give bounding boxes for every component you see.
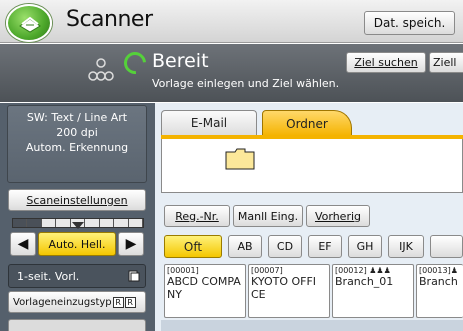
scan-resolution: 200 dpi bbox=[56, 126, 98, 139]
destination-entry-group[interactable]: [00013]♟ Branch bbox=[416, 264, 463, 318]
density-marker-icon bbox=[72, 222, 84, 229]
scanner-app-icon bbox=[6, 4, 52, 42]
folder-icon bbox=[225, 148, 255, 173]
index-tab-next[interactable] bbox=[430, 235, 463, 258]
store-file-button[interactable]: Dat. speich. bbox=[364, 11, 455, 35]
folder-tab-strip bbox=[161, 135, 463, 139]
destination-entry-group[interactable]: [00012] ♟♟♟ Branch_01 bbox=[332, 264, 414, 318]
density-increase-button[interactable]: ▶ bbox=[118, 232, 144, 256]
status-text: Bereit bbox=[152, 50, 209, 72]
find-destination-label: Ziel suchen bbox=[354, 56, 418, 69]
app-title: Scanner bbox=[66, 7, 153, 32]
network-pc-icon bbox=[86, 58, 116, 85]
sided-original-setting[interactable]: 1-seit. Vorl. bbox=[8, 264, 146, 288]
entry-number: [00007] bbox=[251, 266, 283, 275]
registration-number-label: Reg.-Nr. bbox=[175, 209, 219, 223]
destination-overflow-button[interactable]: Ziell bbox=[429, 52, 463, 73]
registration-number-button[interactable]: Reg.-Nr. bbox=[164, 205, 230, 227]
index-tab-gh[interactable]: GH bbox=[348, 235, 382, 258]
find-destination-button[interactable]: Ziel suchen bbox=[346, 52, 426, 73]
previous-destination-button[interactable]: Vorherig bbox=[306, 205, 370, 227]
entry-name: Branch_01 bbox=[335, 275, 394, 288]
destination-entry[interactable]: [00001] ABCD COMPA NY bbox=[164, 264, 246, 318]
entry-name-cont: NY bbox=[167, 288, 182, 301]
scan-settings-label: Scaneinstellungen bbox=[26, 193, 128, 207]
entry-number: [00001] bbox=[167, 266, 199, 275]
right-arrow-icon: ▶ bbox=[125, 236, 137, 252]
entry-number: [00012] ♟♟♟ bbox=[335, 266, 391, 275]
original-feed-label: Vorlageneinzugstyp bbox=[13, 296, 112, 308]
auto-density-button[interactable]: Auto. Hell. bbox=[38, 232, 116, 256]
previous-destination-label: Vorherig bbox=[314, 209, 362, 223]
orientation-r-rotated-icon: R bbox=[124, 296, 136, 308]
orientation-r-icon: R bbox=[112, 296, 124, 308]
scan-detection: Autom. Erkennung bbox=[25, 141, 129, 154]
entry-number: [00013]♟ bbox=[419, 266, 458, 275]
more-settings-button[interactable] bbox=[8, 319, 146, 331]
manual-entry-button[interactable]: Manll Eing. bbox=[233, 205, 303, 227]
left-arrow-icon: ◀ bbox=[17, 236, 29, 252]
index-tab-frequent[interactable]: Oft bbox=[164, 235, 222, 258]
group-icon: ♟ bbox=[450, 266, 458, 275]
status-message: Vorlage einlegen und Ziel wählen. bbox=[152, 77, 340, 90]
entry-name-cont: CE bbox=[251, 288, 266, 301]
scan-mode: SW: Text / Line Art bbox=[26, 111, 128, 124]
destination-field bbox=[161, 135, 463, 193]
scan-settings-summary: SW: Text / Line Art 200 dpi Autom. Erken… bbox=[7, 105, 147, 183]
index-tab-cd[interactable]: CD bbox=[268, 235, 302, 258]
index-tab-ab[interactable]: AB bbox=[228, 235, 262, 258]
destination-entry[interactable]: [00007] KYOTO OFFI CE bbox=[248, 264, 330, 318]
original-feed-type-button[interactable]: Vorlageneinzugstyp R R bbox=[8, 291, 146, 313]
entry-list-bottom bbox=[161, 320, 463, 331]
density-decrease-button[interactable]: ◀ bbox=[10, 232, 36, 256]
one-sided-page-icon bbox=[128, 270, 140, 285]
scan-settings-button[interactable]: Scaneinstellungen bbox=[8, 189, 146, 211]
entry-name: Branch bbox=[419, 275, 458, 288]
tab-folder[interactable]: Ordner bbox=[262, 110, 352, 136]
group-icon: ♟♟♟ bbox=[369, 266, 391, 275]
index-tab-ijk[interactable]: IJK bbox=[388, 235, 424, 258]
index-tab-ef[interactable]: EF bbox=[308, 235, 342, 258]
entry-name: KYOTO OFFI bbox=[251, 275, 317, 288]
tab-email[interactable]: E-Mail bbox=[161, 110, 257, 135]
entry-name: ABCD COMPA bbox=[167, 275, 241, 288]
